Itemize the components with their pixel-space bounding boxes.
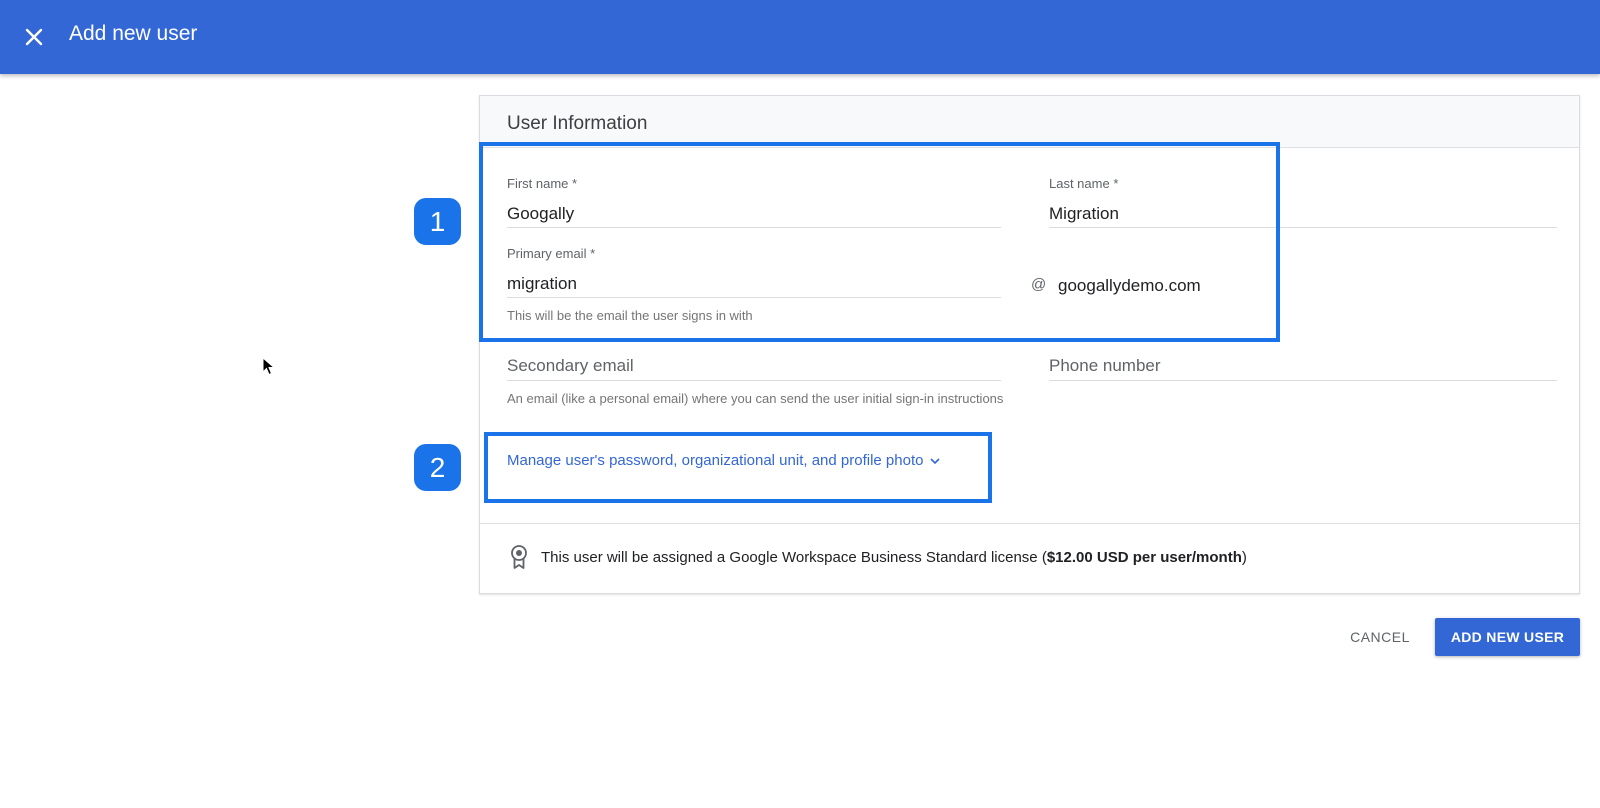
secondary-email-underline: [507, 380, 1001, 381]
card-header: User Information: [480, 96, 1579, 148]
first-name-label: First name *: [507, 176, 578, 191]
at-sign: @: [1031, 276, 1047, 293]
step-badge-1: 1: [414, 198, 461, 245]
mouse-cursor-icon: [262, 357, 276, 376]
email-domain-select[interactable]: googallydemo.com: [1058, 276, 1201, 296]
add-new-user-button[interactable]: ADD NEW USER: [1435, 618, 1580, 656]
step-badge-2: 2: [414, 444, 461, 491]
license-info: This user will be assigned a Google Work…: [507, 544, 1247, 570]
manage-user-options-link[interactable]: Manage user's password, organizational u…: [507, 452, 941, 469]
manage-link-label: Manage user's password, organizational u…: [507, 452, 924, 469]
phone-number-input[interactable]: Phone number: [1049, 356, 1161, 376]
card-divider: [480, 523, 1579, 524]
primary-email-input[interactable]: migration: [507, 274, 577, 294]
license-price: $12.00 USD per user/month: [1046, 548, 1242, 566]
license-text: This user will be assigned a Google Work…: [541, 548, 1247, 566]
primary-email-helper: This will be the email the user signs in…: [507, 308, 753, 323]
page-title: Add new user: [69, 22, 198, 45]
section-title: User Information: [507, 113, 648, 134]
phone-number-underline: [1049, 380, 1557, 381]
chevron-down-icon: [930, 457, 941, 464]
cancel-button[interactable]: CANCEL: [1340, 617, 1420, 657]
primary-email-underline: [507, 297, 1001, 298]
secondary-email-input[interactable]: Secondary email: [507, 356, 634, 376]
close-icon: [25, 28, 43, 46]
close-button[interactable]: [20, 23, 48, 51]
primary-email-label: Primary email *: [507, 246, 596, 261]
last-name-label: Last name *: [1049, 176, 1119, 191]
secondary-email-helper: An email (like a personal email) where y…: [507, 391, 1004, 406]
last-name-input[interactable]: Migration: [1049, 204, 1119, 224]
last-name-underline: [1049, 227, 1557, 228]
first-name-input[interactable]: Googally: [507, 204, 574, 224]
user-information-card: User Information First name * Googally L…: [479, 95, 1580, 594]
first-name-underline: [507, 227, 1001, 228]
license-badge-icon: [511, 545, 527, 569]
app-bar: Add new user: [0, 0, 1600, 74]
